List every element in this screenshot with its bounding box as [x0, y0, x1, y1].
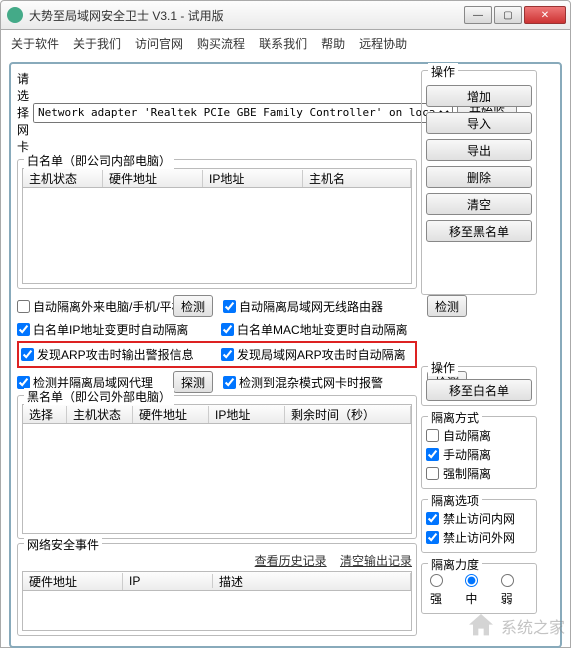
radio-mid[interactable]: 中 [465, 574, 492, 607]
isolate-opts-group: 隔离选项 禁止访问内网 禁止访问外网 [421, 499, 537, 553]
ops-group-2: 操作 移至白名单 [421, 366, 537, 406]
clear-output-link[interactable]: 清空输出记录 [340, 554, 412, 568]
export-button[interactable]: 导出 [426, 139, 532, 161]
chk-arp-auto-isolate[interactable]: 发现局域网ARP攻击时自动隔离 [221, 346, 417, 363]
move-white-button[interactable]: 移至白名单 [426, 379, 532, 401]
isolate-strength-legend: 隔离力度 [428, 556, 482, 573]
check-row-2: 白名单IP地址变更时自动隔离 白名单MAC地址变更时自动隔离 [17, 321, 417, 338]
events-legend: 网络安全事件 [24, 536, 102, 553]
chk-auto-isolate[interactable]: 自动隔离 [426, 427, 532, 444]
col-hostname[interactable]: 主机名 [303, 170, 411, 187]
add-button[interactable]: 增加 [426, 85, 532, 107]
col-host-state[interactable]: 主机状态 [23, 170, 103, 187]
nic-row: 请选择网卡 Network adapter 'Realtek PCIe GBE … [17, 70, 417, 155]
col-desc[interactable]: 描述 [213, 573, 411, 590]
events-group: 网络安全事件 查看历史记录 清空输出记录 硬件地址 IP 描述 [17, 543, 417, 636]
blacklist-group: 黑名单（即公司外部电脑） 选择 主机状态 硬件地址 IP地址 剩余时间（秒） [17, 395, 417, 539]
ops-legend-1: 操作 [428, 63, 458, 80]
isolate-mode-group: 隔离方式 自动隔离 手动隔离 强制隔离 [421, 416, 537, 489]
col-ip[interactable]: IP地址 [203, 170, 303, 187]
chk-block-external[interactable]: 禁止访问外网 [426, 529, 532, 546]
right-column: 操作 增加 导入 导出 删除 清空 移至黑名单 操作 移至白名单 隔离方式 自动… [421, 70, 537, 640]
col-select[interactable]: 选择 [23, 406, 67, 423]
col-host-state2[interactable]: 主机状态 [67, 406, 133, 423]
col-hw-addr[interactable]: 硬件地址 [103, 170, 203, 187]
whitelist-body[interactable] [22, 188, 412, 284]
col-remaining[interactable]: 剩余时间（秒） [285, 406, 411, 423]
whitelist-group: 白名单（即公司内部电脑） 主机状态 硬件地址 IP地址 主机名 [17, 159, 417, 289]
menu-purchase[interactable]: 购买流程 [197, 35, 245, 52]
menu-website[interactable]: 访问官网 [135, 35, 183, 52]
check-row-1: 自动隔离外来电脑/手机/平板 检测 自动隔离局域网无线路由器 检测 [17, 295, 417, 317]
chk-isolate-router[interactable]: 自动隔离局域网无线路由器 [223, 298, 423, 315]
whitelist-legend: 白名单（即公司内部电脑） [24, 152, 174, 169]
chk-manual-isolate[interactable]: 手动隔离 [426, 446, 532, 463]
isolate-opts-legend: 隔离选项 [428, 492, 482, 509]
events-body[interactable] [22, 591, 412, 631]
view-history-link[interactable]: 查看历史记录 [255, 554, 327, 568]
blacklist-legend: 黑名单（即公司外部电脑） [24, 388, 174, 405]
ops-group-1: 操作 增加 导入 导出 删除 清空 移至黑名单 [421, 70, 537, 295]
window-title: 大势至局域网安全卫士 V3.1 - 试用版 [29, 7, 462, 24]
titlebar: 大势至局域网安全卫士 V3.1 - 试用版 — ▢ ✕ [0, 0, 571, 30]
col-ip2[interactable]: IP地址 [209, 406, 285, 423]
nic-label: 请选择网卡 [17, 70, 29, 155]
isolate-strength-group: 隔离力度 强 中 弱 [421, 563, 537, 614]
col-ip3[interactable]: IP [123, 574, 213, 588]
window-buttons: — ▢ ✕ [462, 6, 566, 24]
content: 请选择网卡 Network adapter 'Realtek PCIe GBE … [0, 56, 571, 648]
events-header: 硬件地址 IP 描述 [22, 571, 412, 591]
radio-strong[interactable]: 强 [430, 574, 457, 607]
menu-about-us[interactable]: 关于我们 [73, 35, 121, 52]
nic-select[interactable]: Network adapter 'Realtek PCIe GBE Family… [33, 103, 453, 123]
left-column: 请选择网卡 Network adapter 'Realtek PCIe GBE … [17, 70, 417, 640]
close-button[interactable]: ✕ [524, 6, 566, 24]
chk-whitelist-mac-change[interactable]: 白名单MAC地址变更时自动隔离 [221, 321, 421, 338]
clear-button[interactable]: 清空 [426, 193, 532, 215]
blacklist-body[interactable] [22, 424, 412, 534]
col-hw-addr2[interactable]: 硬件地址 [133, 406, 209, 423]
minimize-button[interactable]: — [464, 6, 492, 24]
blacklist-header: 选择 主机状态 硬件地址 IP地址 剩余时间（秒） [22, 404, 412, 424]
app-icon [7, 7, 23, 23]
chk-arp-alert[interactable]: 发现ARP攻击时输出警报信息 [21, 346, 217, 363]
menu-help[interactable]: 帮助 [321, 35, 345, 52]
main-panel: 请选择网卡 Network adapter 'Realtek PCIe GBE … [9, 62, 562, 648]
chk-force-isolate[interactable]: 强制隔离 [426, 465, 532, 482]
chk-block-internal[interactable]: 禁止访问内网 [426, 510, 532, 527]
radio-weak[interactable]: 弱 [501, 574, 528, 607]
col-hw-addr3[interactable]: 硬件地址 [23, 573, 123, 590]
menu-contact[interactable]: 联系我们 [259, 35, 307, 52]
menubar: 关于软件 关于我们 访问官网 购买流程 联系我们 帮助 远程协助 [0, 30, 571, 56]
chk-whitelist-ip-change[interactable]: 白名单IP地址变更时自动隔离 [17, 321, 217, 338]
delete-button[interactable]: 删除 [426, 166, 532, 188]
ops-legend-2: 操作 [428, 359, 458, 376]
highlighted-row: 发现ARP攻击时输出警报信息 发现局域网ARP攻击时自动隔离 [17, 341, 417, 368]
chk-promisc-alert[interactable]: 检测到混杂模式网卡时报警 [223, 374, 423, 391]
move-black-button[interactable]: 移至黑名单 [426, 220, 532, 242]
detect-button-1[interactable]: 检测 [173, 295, 213, 317]
maximize-button[interactable]: ▢ [494, 6, 522, 24]
menu-about-software[interactable]: 关于软件 [11, 35, 59, 52]
import-button[interactable]: 导入 [426, 112, 532, 134]
isolate-mode-legend: 隔离方式 [428, 409, 482, 426]
menu-remote[interactable]: 远程协助 [359, 35, 407, 52]
probe-button[interactable]: 探测 [173, 371, 213, 393]
whitelist-header: 主机状态 硬件地址 IP地址 主机名 [22, 168, 412, 188]
